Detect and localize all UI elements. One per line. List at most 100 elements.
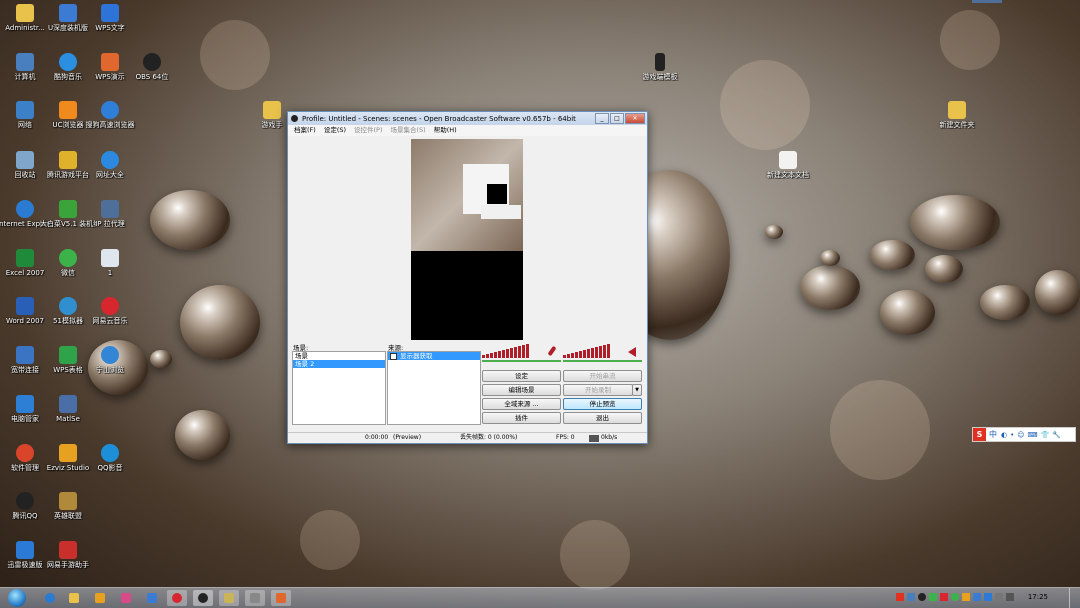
taskbar-media[interactable] xyxy=(90,590,110,606)
mic-audio-meter xyxy=(563,344,610,358)
settings-button[interactable]: 设定 xyxy=(482,370,561,382)
mic-volume-slider[interactable] xyxy=(563,360,642,362)
desktop-icon-netease-music[interactable]: 网易云音乐 xyxy=(82,297,138,325)
taskbar-app-3[interactable] xyxy=(219,590,239,606)
taskbar-explorer[interactable] xyxy=(64,590,84,606)
microphone-icon[interactable] xyxy=(547,345,557,357)
text-document-icon xyxy=(779,151,797,169)
maximize-button[interactable]: □ xyxy=(610,113,624,124)
desktop-icon-new-text-document[interactable]: 新建文本文档 xyxy=(760,151,816,179)
obs-titlebar[interactable]: Profile: Untitled - Scenes: scenes - Ope… xyxy=(288,112,647,125)
network-tray-icon[interactable] xyxy=(907,593,915,601)
folder-icon xyxy=(16,4,34,22)
start-recording-button[interactable]: 开始录制 xyxy=(563,384,633,396)
menu-settings[interactable]: 设定(S) xyxy=(324,125,346,136)
ime-toolbar[interactable]: S 中 ◐•☺⌨👕🔧 xyxy=(972,427,1076,442)
obs-window[interactable]: Profile: Untitled - Scenes: scenes - Ope… xyxy=(287,111,648,444)
app-icon xyxy=(59,395,77,413)
plugins-button[interactable]: 插件 xyxy=(482,412,561,424)
desktop-icon-ip-proxy[interactable]: IP 拉代理 xyxy=(82,200,138,228)
stop-preview-button[interactable]: 停止预览 xyxy=(563,398,642,410)
obs-icon xyxy=(143,53,161,71)
sogou-browser-icon xyxy=(101,101,119,119)
start-streaming-button[interactable]: 开始串流 xyxy=(563,370,642,382)
global-sources-button[interactable]: 全域来源 ... xyxy=(482,398,561,410)
desktop-icon-game-folder[interactable]: 游戏手 xyxy=(252,101,292,129)
sogou-tray-icon[interactable] xyxy=(896,593,904,601)
start-button[interactable] xyxy=(8,589,26,607)
status-time: 0:00:00 xyxy=(365,434,389,441)
uc-browser-icon xyxy=(59,101,77,119)
scene-item[interactable]: 场景 xyxy=(293,352,385,360)
wps-writer-icon xyxy=(101,4,119,22)
desktop-icon-browser-2[interactable]: 宁山浏览 xyxy=(82,346,138,374)
status-bar: 0:00:00 (Preview) 丢失帧数: 0 (0.00%) FPS: 0… xyxy=(288,432,647,443)
taskbar-app-5[interactable] xyxy=(271,590,291,606)
show-desktop-button[interactable] xyxy=(1069,588,1080,608)
qq-tray-icon[interactable] xyxy=(918,593,926,601)
recording-dropdown-button[interactable]: ▼ xyxy=(632,384,642,396)
taskbar-obs[interactable] xyxy=(193,590,213,606)
word-icon xyxy=(16,297,34,315)
app-tray-icon[interactable] xyxy=(940,593,948,601)
proxy-icon xyxy=(101,200,119,218)
window-title: Profile: Untitled - Scenes: scenes - Ope… xyxy=(302,114,576,123)
close-button[interactable]: ✕ xyxy=(625,113,645,124)
app-tray-icon-3[interactable] xyxy=(973,593,981,601)
desktop-icon-sogou-browser[interactable]: 搜狗高速浏览器 xyxy=(82,101,138,129)
status-bitrate: 0kb/s xyxy=(601,434,618,441)
scenes-list[interactable]: 场景 场景 2 xyxy=(292,351,386,425)
antivirus-tray-icon[interactable] xyxy=(929,593,937,601)
desktop-icon-wps-writer[interactable]: WPS文字 xyxy=(82,4,138,32)
wps-presentation-icon xyxy=(101,53,119,71)
desktop-icon-lol[interactable]: 英雄联盟 xyxy=(40,492,96,520)
desktop-icon-obs[interactable]: OBS 64位 xyxy=(124,53,180,81)
speaker-icon[interactable] xyxy=(628,347,636,357)
obs-icon xyxy=(291,115,298,122)
desktop-icon-game-template[interactable]: 游戏端模板 xyxy=(632,53,688,81)
menu-scene-collection[interactable]: 场景集合(S) xyxy=(391,125,426,136)
emulator-icon xyxy=(59,297,77,315)
shield-tray-icon[interactable] xyxy=(984,593,992,601)
source-item-selected[interactable]: 显示器获取 xyxy=(388,352,480,360)
volume-tray-icon[interactable] xyxy=(1006,593,1014,601)
menu-file[interactable]: 档案(F) xyxy=(294,125,316,136)
preview-area[interactable] xyxy=(411,139,523,340)
ie-icon xyxy=(45,593,55,603)
minimize-button[interactable]: _ xyxy=(595,113,609,124)
edit-scene-button[interactable]: 编辑场景 xyxy=(482,384,561,396)
taskbar-app-2[interactable] xyxy=(142,590,162,606)
folder-icon xyxy=(263,101,281,119)
music-icon xyxy=(59,53,77,71)
app-icon xyxy=(224,593,234,603)
app-tray-icon-2[interactable] xyxy=(962,593,970,601)
wechat-tray-icon[interactable] xyxy=(951,593,959,601)
taskbar-app[interactable] xyxy=(116,590,136,606)
browser-icon xyxy=(101,346,119,364)
taskbar-app-4[interactable] xyxy=(245,590,265,606)
desktop-icon-url-directory[interactable]: 网址大全 xyxy=(82,151,138,179)
computer-icon xyxy=(16,53,34,71)
desktop-icon-matlse[interactable]: MatlSe xyxy=(40,395,96,423)
flag-tray-icon[interactable] xyxy=(995,593,1003,601)
source-checkbox[interactable] xyxy=(390,352,397,360)
desktop-icon-netease-mobile-games[interactable]: 网易手游助手 xyxy=(40,541,96,569)
desktop-icon-new-folder[interactable]: 新建文件夹 xyxy=(929,101,985,129)
taskbar-opera[interactable] xyxy=(167,590,187,606)
browser-icon xyxy=(101,151,119,169)
exit-button[interactable]: 退出 xyxy=(563,412,642,424)
sogou-ime-icon[interactable]: S xyxy=(973,428,986,441)
ime-chinese-mode[interactable]: 中 xyxy=(989,429,997,440)
clock[interactable]: 17:25 xyxy=(1028,593,1048,601)
menu-plugins[interactable]: 设控件(P) xyxy=(354,125,383,136)
preview-screen-capture xyxy=(411,139,523,251)
menu-help[interactable]: 帮助(H) xyxy=(434,125,457,136)
desktop-volume-slider[interactable] xyxy=(482,360,561,362)
desktop-icon-file-1[interactable]: 1 xyxy=(82,249,138,277)
bitrate-indicator xyxy=(589,435,599,442)
taskbar-ie[interactable] xyxy=(40,590,60,606)
ime-tool-icons[interactable]: ◐•☺⌨👕🔧 xyxy=(1001,431,1064,439)
scene-item-selected[interactable]: 场景 2 xyxy=(293,360,385,368)
taskbar: 17:25 xyxy=(0,587,1080,608)
desktop-icon-qq-player[interactable]: QQ影音 xyxy=(82,444,138,472)
